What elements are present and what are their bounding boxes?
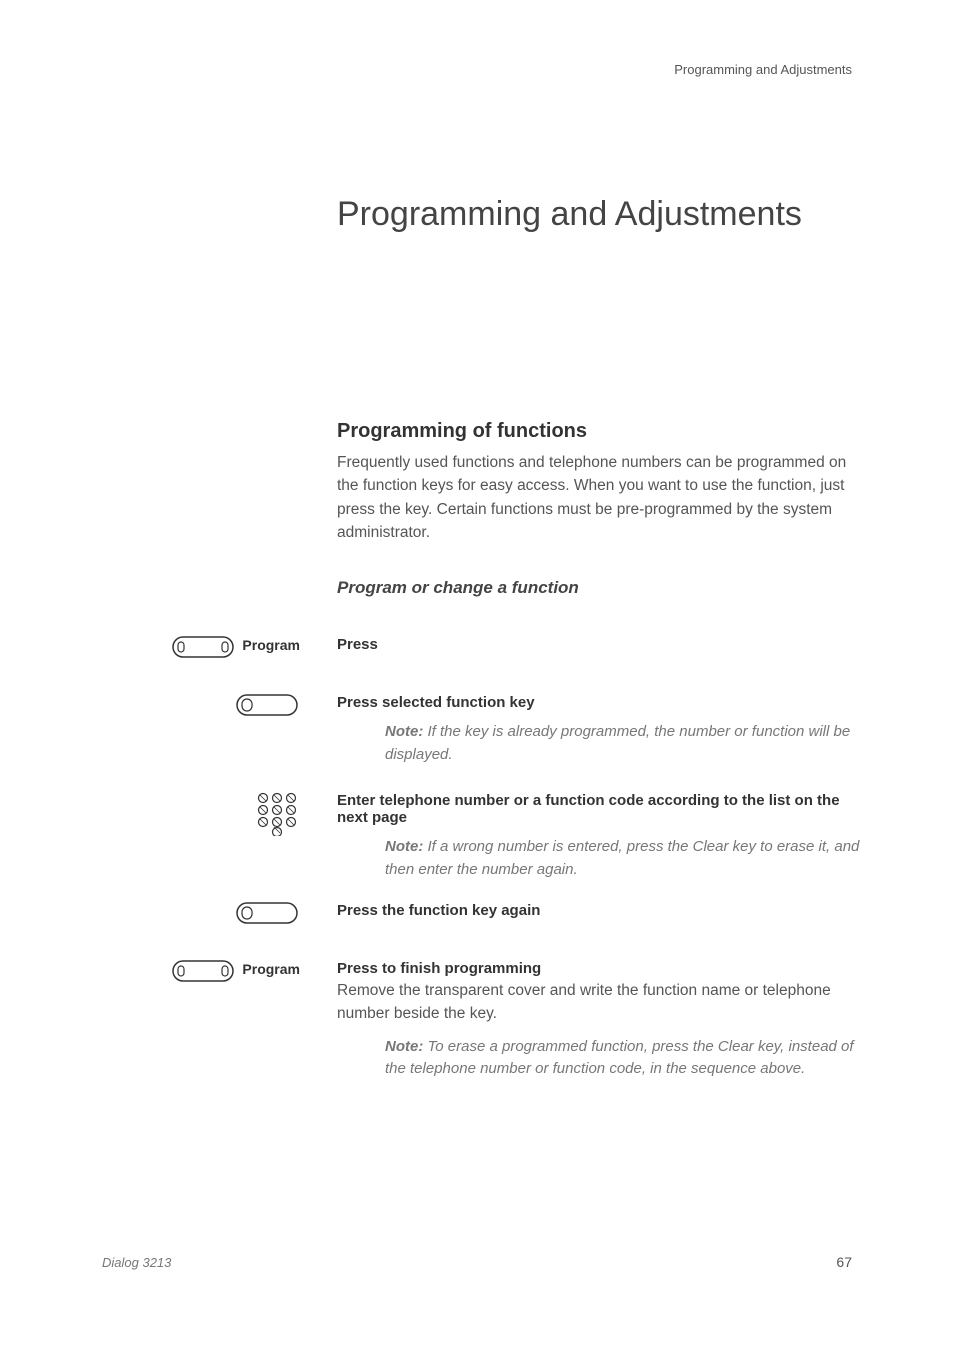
step-instruction: Press [337,636,867,653]
footer-page-number: 67 [836,1254,852,1270]
step-label: Program [242,961,300,977]
button-oval-icon [172,636,234,658]
step-instruction: Press selected function key [337,694,867,711]
note-label: Note: [385,723,423,740]
function-key-icon [236,694,298,716]
page-header: Programming and Adjustments [674,62,852,77]
note-text: If the key is already programmed, the nu… [385,723,850,763]
note-block: Note: If the key is already programmed, … [385,721,867,766]
keypad-icon [256,792,298,836]
step-instruction: Enter telephone number or a function cod… [337,792,867,826]
section-heading: Programming of functions [337,420,867,443]
step-label: Program [242,637,300,653]
step-instruction: Press to finish programming [337,960,867,977]
note-text: To erase a programmed function, press th… [385,1038,854,1078]
footer-model: Dialog 3213 [102,1255,171,1270]
function-key-icon [236,902,298,924]
section-body: Frequently used functions and telephone … [337,451,867,544]
page-title: Programming and Adjustments [337,195,802,234]
sub-heading: Program or change a function [337,578,867,598]
note-block: Note: If a wrong number is entered, pres… [385,836,867,881]
program-change-section: Program or change a function [337,578,867,598]
programming-functions-section: Programming of functions Frequently used… [337,420,867,544]
note-text: If a wrong number is entered, press the … [385,838,859,878]
note-label: Note: [385,838,423,855]
note-label: Note: [385,1038,423,1055]
step-desc: Remove the transparent cover and write t… [337,979,867,1026]
button-oval-icon [172,960,234,982]
step-instruction: Press the function key again [337,902,867,919]
note-block: Note: To erase a programmed function, pr… [385,1036,867,1081]
